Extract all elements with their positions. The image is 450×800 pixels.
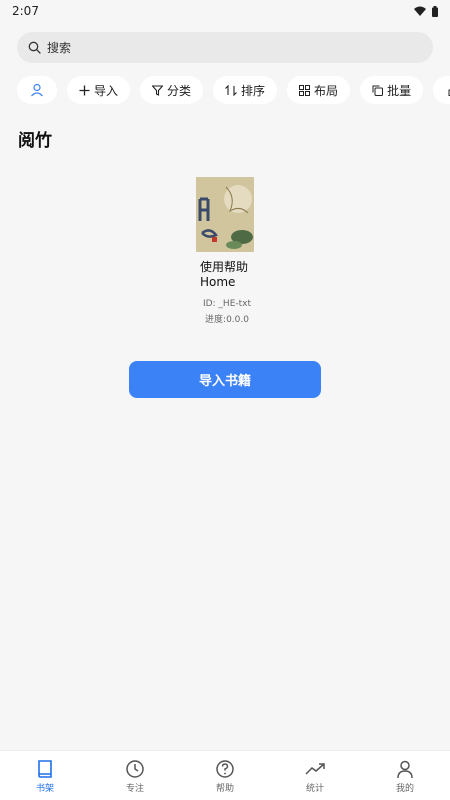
clock-icon xyxy=(126,760,144,778)
nav-label-bookshelf: 书架 xyxy=(35,784,54,794)
trending-up-icon xyxy=(305,763,325,775)
person-icon xyxy=(397,760,413,779)
batch-chip-label: 批量 xyxy=(387,83,412,98)
help-icon xyxy=(216,760,234,778)
status-icons xyxy=(414,5,438,17)
layout-chip-label: 布局 xyxy=(314,83,339,98)
book-meta: ID: _HE-txt 进度:0.0.0 xyxy=(197,296,257,328)
wifi-icon xyxy=(414,6,426,16)
import-chip-label: 导入 xyxy=(94,83,119,98)
book-title-block[interactable]: 使用帮助Home xyxy=(200,260,280,290)
nav-item-bookshelf[interactable]: 书架 xyxy=(0,751,90,800)
book-cover-art xyxy=(196,177,254,252)
more-chip[interactable] xyxy=(433,76,450,104)
copy-icon xyxy=(372,85,384,96)
import-chip[interactable]: 导入 xyxy=(67,76,131,104)
sort-icon xyxy=(225,84,237,96)
bottom-nav: 书架 专注 帮助 统计 我的 xyxy=(0,750,450,800)
nav-label-stats: 统计 xyxy=(305,784,324,794)
grid-icon xyxy=(299,84,311,96)
nav-item-stats[interactable]: 统计 xyxy=(270,751,360,800)
book-id: ID: _HE-txt xyxy=(202,299,252,309)
toolbar: 导入 分类 排序 布局 批量 xyxy=(17,76,450,104)
category-chip[interactable]: 分类 xyxy=(140,76,204,104)
plus-icon xyxy=(79,85,90,95)
nav-item-profile[interactable]: 我的 xyxy=(360,751,450,800)
page-title: 阅竹 xyxy=(18,131,52,151)
category-chip-label: 分类 xyxy=(167,83,192,98)
search-icon xyxy=(28,41,41,54)
batch-chip[interactable]: 批量 xyxy=(360,76,424,104)
nav-label-profile: 我的 xyxy=(395,784,414,794)
search-input[interactable]: 搜索 xyxy=(17,32,433,63)
nav-item-help[interactable]: 帮助 xyxy=(180,751,270,800)
search-placeholder: 搜索 xyxy=(47,41,72,55)
book-cover[interactable] xyxy=(196,177,254,252)
user-icon xyxy=(31,83,43,97)
nav-item-focus[interactable]: 专注 xyxy=(90,751,180,800)
import-books-button[interactable]: 导入书籍 xyxy=(129,361,321,398)
status-time: 2:07 xyxy=(12,4,39,18)
sort-chip[interactable]: 排序 xyxy=(213,76,278,104)
book-title: 使用帮助Home xyxy=(200,260,249,289)
book-progress: 进度:0.0.0 xyxy=(205,315,249,325)
status-bar: 2:07 xyxy=(0,0,450,22)
user-filter-button[interactable] xyxy=(17,76,57,104)
nav-label-focus: 专注 xyxy=(125,784,144,794)
sort-chip-label: 排序 xyxy=(241,83,266,98)
nav-label-help: 帮助 xyxy=(215,784,234,794)
battery-icon xyxy=(432,5,438,17)
layout-chip[interactable]: 布局 xyxy=(287,76,351,104)
book-icon xyxy=(38,760,52,778)
filter-icon xyxy=(152,84,164,96)
